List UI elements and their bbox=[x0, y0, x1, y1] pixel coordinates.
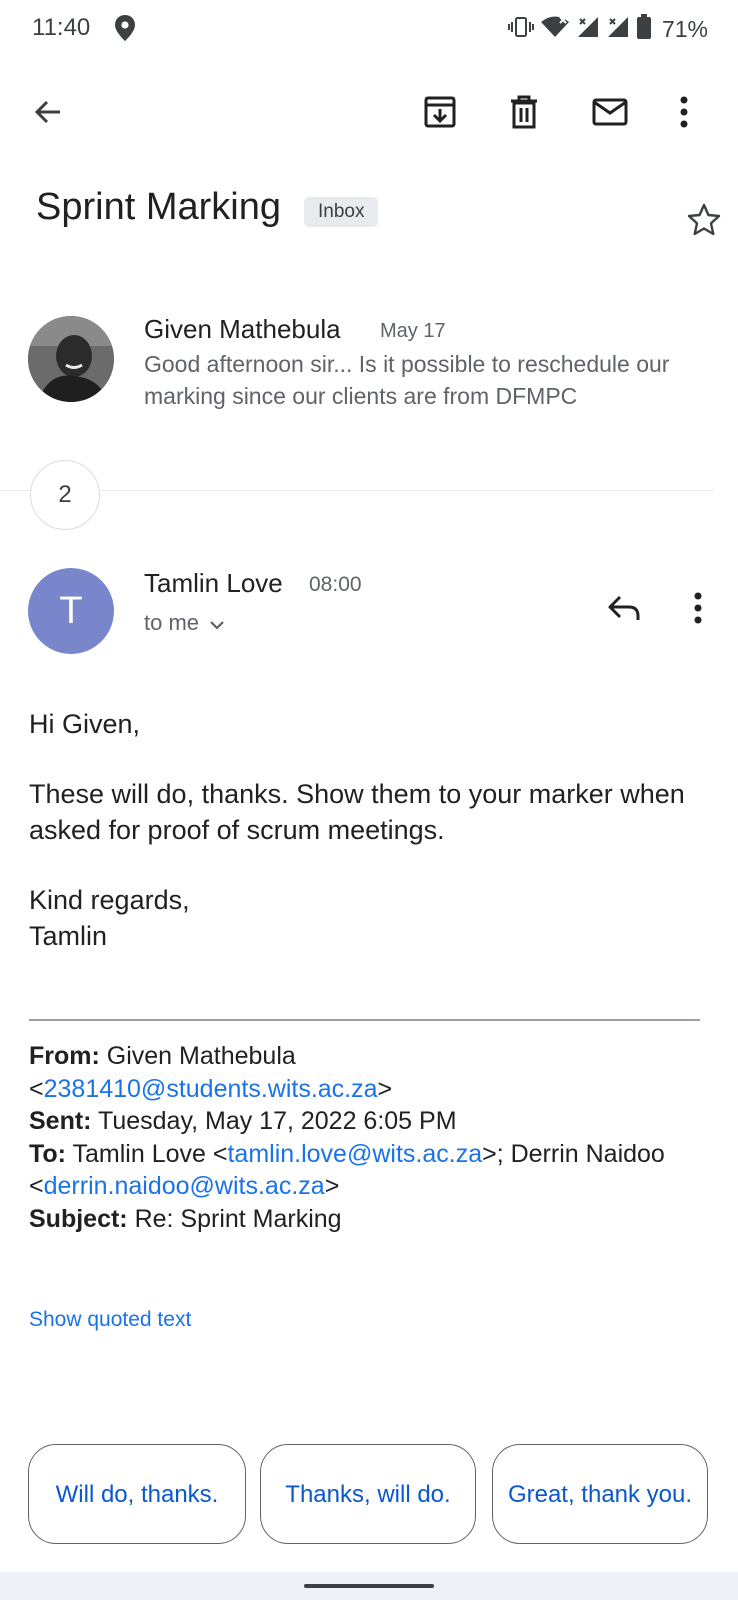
navigation-bar bbox=[0, 1572, 738, 1600]
message-collapsed[interactable]: Given Mathebula May 17 Good afternoon si… bbox=[0, 302, 738, 422]
message-snippet: Good afternoon sir... Is it possible to … bbox=[144, 351, 670, 409]
body-signature: Tamlin bbox=[29, 921, 108, 951]
location-icon bbox=[114, 14, 136, 42]
signal-icon bbox=[576, 15, 600, 44]
message-time: 08:00 bbox=[309, 573, 362, 596]
chevron-down-icon bbox=[209, 610, 225, 636]
star-icon[interactable] bbox=[686, 202, 726, 242]
smart-reply-chip[interactable]: Thanks, will do. bbox=[260, 1444, 476, 1544]
archive-icon[interactable] bbox=[414, 86, 466, 138]
quoted-sent: Sent: Tuesday, May 17, 2022 6:05 PM bbox=[29, 1107, 457, 1135]
subject-title: Sprint Marking bbox=[36, 186, 281, 228]
smart-reply-chip[interactable]: Great, thank you. bbox=[492, 1444, 708, 1544]
email-link[interactable]: tamlin.love@wits.ac.za bbox=[227, 1140, 482, 1168]
message-date: May 17 bbox=[380, 320, 446, 342]
smart-reply-chip[interactable]: Will do, thanks. bbox=[28, 1444, 246, 1544]
quoted-subject: Subject: Re: Sprint Marking bbox=[29, 1204, 342, 1233]
vibrate-icon bbox=[507, 15, 534, 44]
inbox-label-chip[interactable]: Inbox bbox=[304, 197, 379, 227]
recipient-details-toggle[interactable]: to me bbox=[144, 610, 225, 636]
more-vert-icon[interactable] bbox=[672, 582, 724, 634]
sender-name[interactable]: Tamlin Love bbox=[144, 568, 283, 599]
home-gesture-handle[interactable] bbox=[304, 1584, 434, 1588]
avatar: T bbox=[28, 568, 114, 654]
body-greeting: Hi Given, bbox=[29, 709, 141, 739]
delete-icon[interactable] bbox=[498, 86, 550, 138]
message-expanded-header: T Tamlin Love 08:00 to me bbox=[0, 560, 738, 670]
quoted-from: From: Given Mathebula bbox=[29, 1042, 296, 1070]
more-vert-icon[interactable] bbox=[658, 86, 710, 138]
reply-icon[interactable] bbox=[598, 582, 650, 634]
quoted-header: From: Given Mathebula <2381410@students.… bbox=[29, 1040, 709, 1235]
wifi-icon bbox=[540, 15, 570, 44]
collapsed-messages-row: 2 bbox=[0, 460, 738, 532]
quoted-to: To: Tamlin Love <tamlin.love@wits.ac.za>… bbox=[29, 1139, 665, 1201]
recipient-label: to me bbox=[144, 610, 200, 635]
collapsed-count-button[interactable]: 2 bbox=[30, 460, 100, 530]
battery-icon bbox=[636, 14, 652, 45]
show-quoted-text-link[interactable]: Show quoted text bbox=[29, 1308, 191, 1332]
divider bbox=[0, 490, 714, 491]
quoted-divider bbox=[29, 1019, 700, 1021]
status-bar: 11:40 71% bbox=[0, 0, 738, 58]
mark-unread-icon[interactable] bbox=[584, 86, 636, 138]
quoted-from-email: <2381410@students.wits.ac.za> bbox=[29, 1074, 393, 1103]
sender-name: Given Mathebula bbox=[144, 314, 341, 344]
battery-level: 71% bbox=[661, 16, 708, 42]
status-icons: 71% bbox=[507, 14, 708, 45]
signal-icon bbox=[606, 15, 630, 44]
subject-row: Sprint Marking Inbox bbox=[36, 186, 721, 246]
body-closing: Kind regards, bbox=[29, 885, 190, 915]
smart-replies: Will do, thanks. Thanks, will do. Great,… bbox=[28, 1444, 708, 1544]
email-link[interactable]: 2381410@students.wits.ac.za bbox=[44, 1075, 378, 1103]
back-arrow-icon[interactable] bbox=[22, 86, 74, 138]
body-signoff: Kind regards, Tamlin bbox=[29, 882, 709, 954]
status-time: 11:40 bbox=[32, 14, 91, 41]
body-paragraph: These will do, thanks. Show them to your… bbox=[29, 779, 685, 845]
email-link[interactable]: derrin.naidoo@wits.ac.za bbox=[44, 1172, 325, 1200]
avatar bbox=[28, 316, 114, 402]
toolbar bbox=[0, 76, 738, 148]
